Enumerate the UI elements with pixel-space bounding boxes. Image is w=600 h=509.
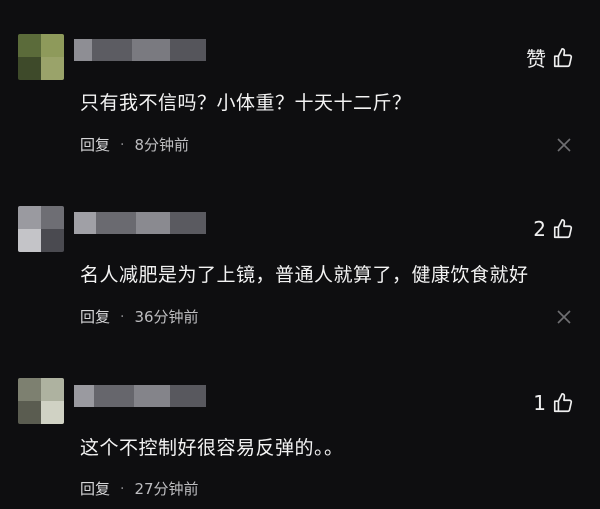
timestamp: 27分钟前	[134, 480, 199, 498]
avatar[interactable]	[18, 34, 64, 80]
username-blurred[interactable]	[74, 39, 206, 61]
avatar[interactable]	[18, 206, 64, 252]
comment-meta: 回复 · 36分钟前	[80, 306, 199, 327]
avatar[interactable]	[18, 378, 64, 424]
like-button[interactable]: 1	[533, 391, 574, 415]
reply-button[interactable]: 回复	[80, 134, 110, 155]
username-blurred[interactable]	[74, 212, 206, 234]
separator: ·	[120, 136, 125, 153]
comment-meta: 回复 · 8分钟前	[80, 134, 189, 155]
close-icon[interactable]	[556, 137, 572, 153]
like-count: 赞	[526, 47, 546, 71]
reply-button[interactable]: 回复	[80, 478, 110, 499]
separator: ·	[120, 308, 125, 325]
comment-text: 这个不控制好很容易反弹的。。	[80, 437, 344, 459]
like-count: 2	[533, 217, 546, 241]
comment-text: 只有我不信吗？小体重？十天十二斤？	[80, 92, 412, 114]
comment-meta: 回复 · 27分钟前	[80, 478, 199, 499]
timestamp: 36分钟前	[134, 308, 199, 326]
thumbs-up-icon	[553, 47, 573, 67]
comment-text: 名人减肥是为了上镜，普通人就算了，健康饮食就好	[80, 264, 529, 286]
thumbs-up-icon	[553, 393, 573, 413]
timestamp: 8分钟前	[134, 136, 190, 154]
like-count: 1	[533, 391, 546, 415]
separator: ·	[120, 480, 125, 497]
username-blurred[interactable]	[74, 385, 206, 407]
like-button[interactable]: 2	[533, 217, 574, 241]
like-button[interactable]: 赞	[526, 43, 574, 72]
thumbs-up-icon	[553, 219, 573, 239]
close-icon[interactable]	[556, 309, 572, 325]
reply-button[interactable]: 回复	[80, 306, 110, 327]
